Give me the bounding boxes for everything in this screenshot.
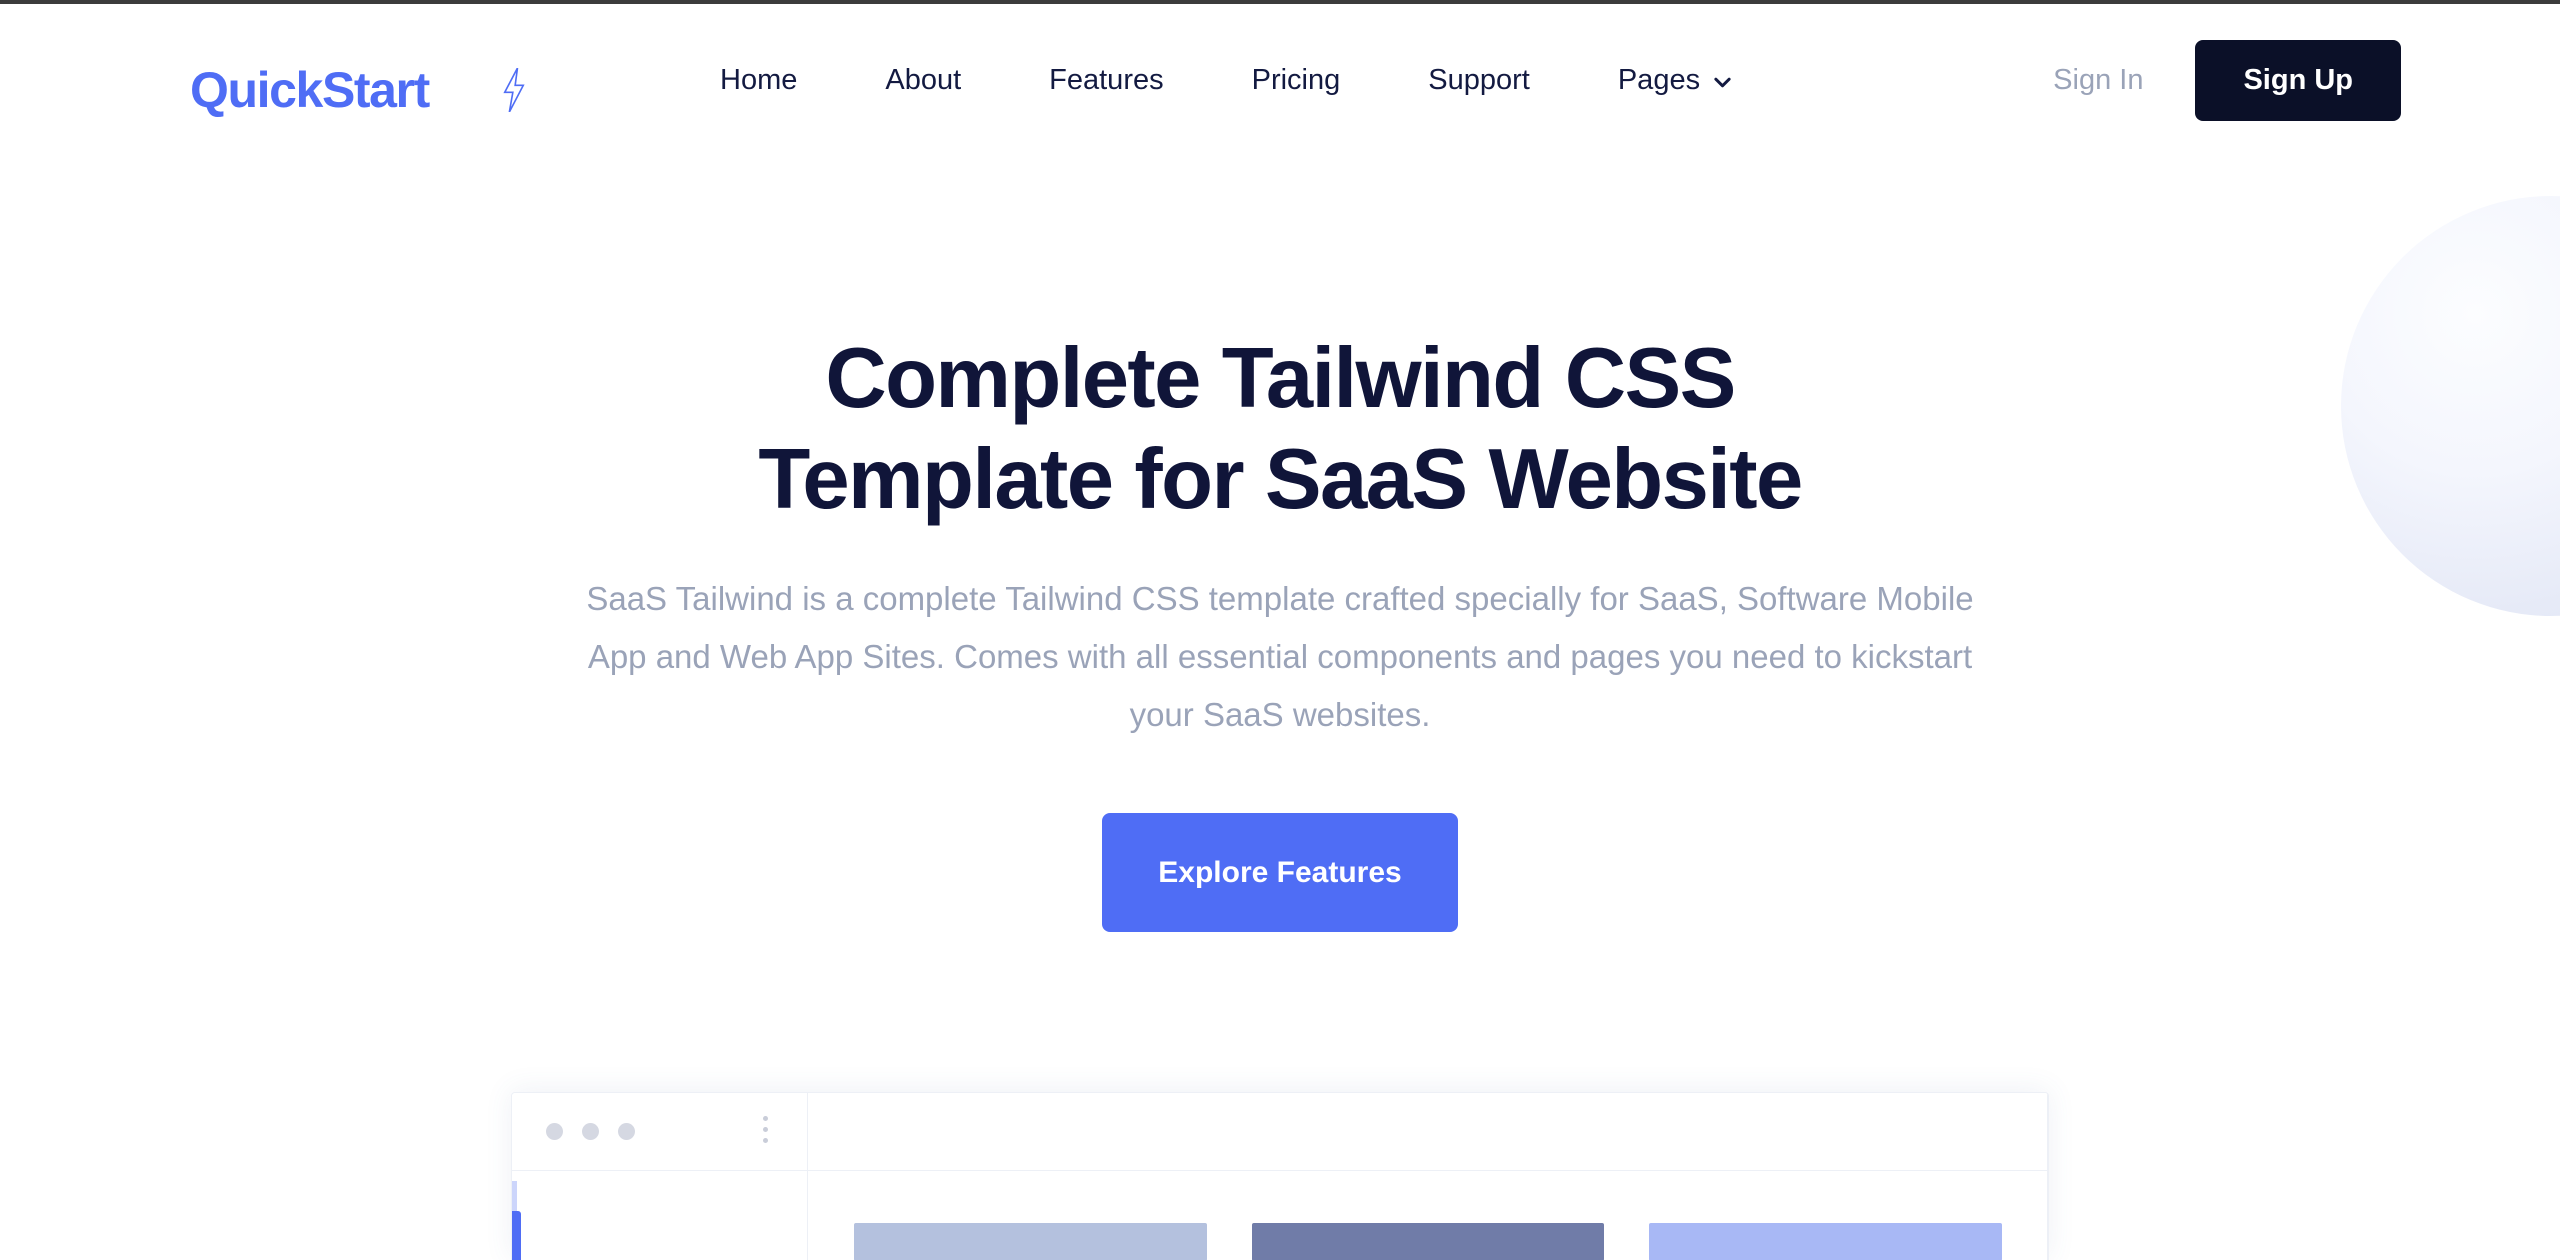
mockup-card: [1251, 1223, 1605, 1260]
auth-actions: Sign In Sign Up: [2053, 4, 2560, 156]
brand-logo-text: QuickStart: [190, 62, 430, 118]
mockup-card: [1649, 1223, 2003, 1260]
page-title: Complete Tailwind CSS Template for SaaS …: [530, 328, 2030, 530]
mockup-right-gutter: [2047, 1093, 2048, 1260]
mockup-card-row: [808, 1171, 2048, 1260]
nav-item-label: Home: [720, 63, 798, 96]
nav-item-label: About: [885, 63, 962, 96]
hero-section: Complete Tailwind CSS Template for SaaS …: [0, 156, 2560, 932]
nav-item-home[interactable]: Home: [676, 63, 841, 96]
nav-item-label: Pages: [1617, 63, 1701, 96]
more-vertical-icon[interactable]: [763, 1116, 768, 1143]
dashboard-preview-stage: [0, 1092, 2560, 1260]
lightning-bolt-icon: [503, 68, 525, 112]
mockup-sidebar: [512, 1093, 808, 1260]
hero-subtitle: SaaS Tailwind is a complete Tailwind CSS…: [586, 580, 1974, 734]
nav-item-label: Support: [1428, 63, 1530, 96]
hero-cta-container: Explore Features: [0, 812, 2560, 932]
mockup-card: [854, 1223, 1207, 1260]
nav-item-about[interactable]: About: [841, 63, 1005, 96]
site-header: QuickStart Home About Features Pricing S…: [0, 4, 2560, 156]
nav-item-label: Pricing: [1251, 63, 1341, 96]
hero-title-line-1: Complete Tailwind CSS: [825, 331, 1736, 426]
nav-item-pages[interactable]: Pages: [1574, 63, 1776, 96]
mockup-content-topbar: [808, 1093, 2048, 1171]
window-dot-1: [546, 1123, 563, 1140]
nav-item-pricing[interactable]: Pricing: [1208, 63, 1385, 96]
sign-up-button[interactable]: Sign Up: [2195, 39, 2401, 121]
nav-item-label: Features: [1049, 63, 1164, 96]
hero-title-line-2: Template for SaaS Website: [758, 432, 1803, 528]
mockup-content: [808, 1093, 2048, 1260]
explore-features-button[interactable]: Explore Features: [1102, 812, 1458, 932]
window-dot-3: [618, 1123, 635, 1140]
nav-item-support[interactable]: Support: [1384, 63, 1574, 96]
mockup-window-controls: [512, 1093, 807, 1171]
brand-logo[interactable]: QuickStart: [190, 62, 525, 118]
sign-in-link[interactable]: Sign In: [2053, 64, 2143, 97]
primary-navigation: Home About Features Pricing Support Page…: [676, 4, 1776, 156]
page-root: QuickStart Home About Features Pricing S…: [0, 0, 2560, 1260]
window-dot-2: [582, 1123, 599, 1140]
chevron-down-icon: [1714, 77, 1731, 87]
nav-item-features[interactable]: Features: [1005, 63, 1207, 96]
mockup-sidebar-accent: [512, 1211, 521, 1260]
browser-chrome-edge: [0, 0, 2560, 4]
dashboard-preview-mockup: [511, 1092, 2049, 1260]
